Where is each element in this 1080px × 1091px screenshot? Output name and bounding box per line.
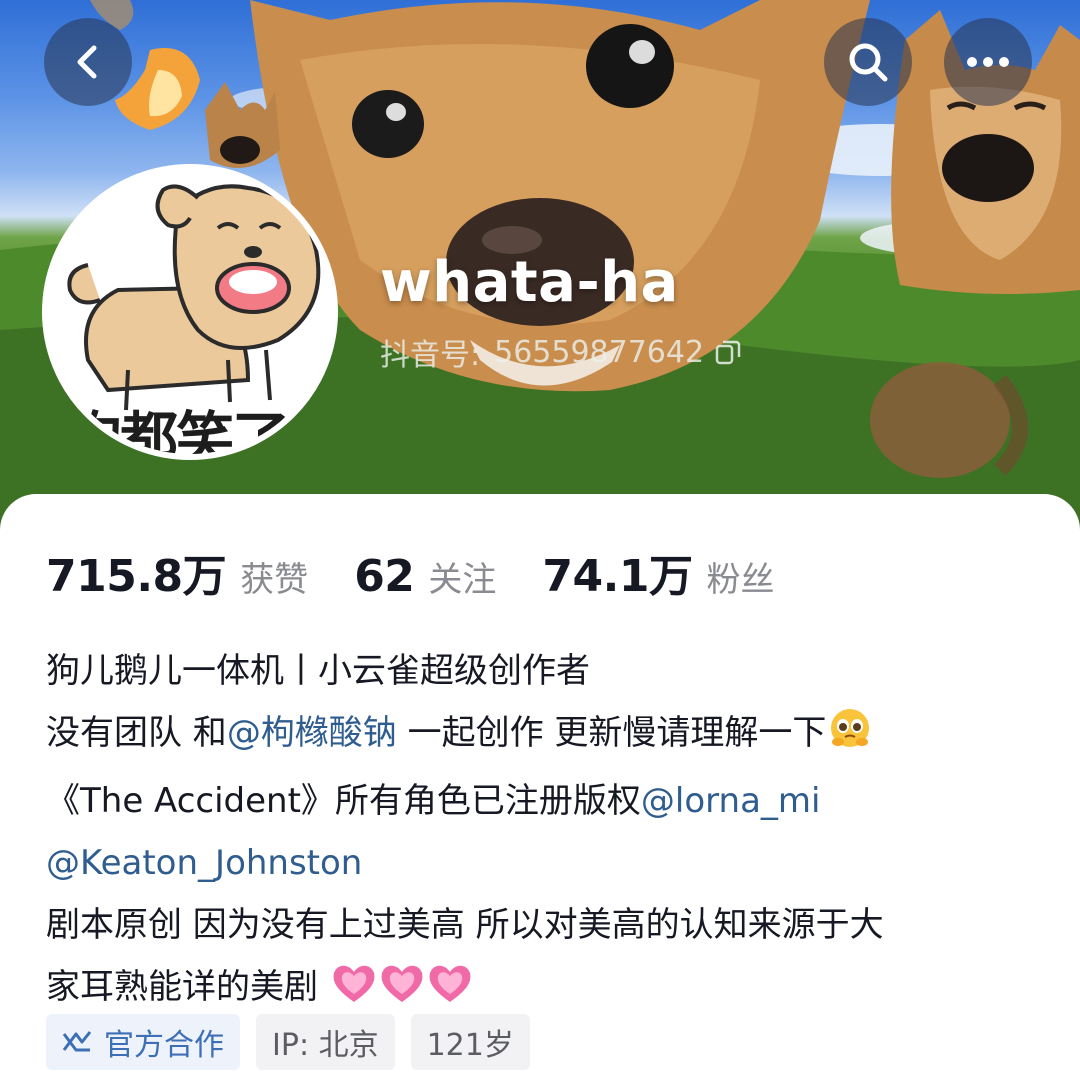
copy-icon[interactable] — [714, 338, 742, 366]
bio-text: 一起创作 更新慢请理解一下 — [396, 713, 827, 753]
stat-likes-value: 715.8万 — [46, 551, 227, 602]
bio-line: 《The Accident》所有角色已注册版权@lorna_mi — [46, 770, 1046, 832]
search-icon — [849, 43, 888, 82]
bio-line: 剧本原创 因为没有上过美高 所以对美高的认知来源于大 — [46, 905, 884, 945]
mention-link[interactable]: @lorna_mi — [641, 781, 821, 821]
stat-followers-label: 粉丝 — [706, 560, 775, 600]
bio-text: 家耳熟能详的美剧 — [46, 967, 329, 1007]
handshake-icon — [62, 1028, 92, 1056]
bio-line: @Keaton_Johnston — [46, 832, 1046, 894]
age-tag: 121岁 — [410, 1014, 530, 1070]
stat-following-value: 62 — [354, 551, 415, 602]
profile-tags: 官方合作 IP: 北京 121岁 — [46, 1014, 546, 1070]
ip-location-tag: IP: 北京 — [256, 1014, 395, 1070]
douyin-id-label: 抖音号: — [380, 338, 481, 373]
bio-text: 《The Accident》所有角色已注册版权 — [46, 781, 641, 821]
avatar-caption: 狗都笑了 — [64, 405, 290, 460]
profile-bio: 狗儿鹅儿一体机丨小云雀超级创作者 没有团队 和@枸橼酸钠 一起创作 更新慢请理解… — [46, 640, 1046, 1024]
mention-link[interactable]: @Keaton_Johnston — [46, 843, 362, 883]
stat-following[interactable]: 62 关注 — [354, 551, 496, 602]
more-horizontal-icon — [967, 57, 1009, 67]
douyin-id-value: 56559877642 — [494, 334, 705, 370]
profile-nickname: whata-ha — [380, 250, 679, 315]
stat-likes[interactable]: 715.8万 获赞 — [46, 540, 308, 604]
bio-line: 没有团队 和@枸橼酸钠 一起创作 更新慢请理解一下 — [46, 702, 1046, 770]
bio-text: 没有团队 和 — [46, 713, 227, 753]
pleading-face-emoji-icon — [828, 706, 872, 770]
bio-line: 狗儿鹅儿一体机丨小云雀超级创作者 — [46, 651, 590, 691]
stat-following-label: 关注 — [428, 560, 497, 600]
official-tag-label: 官方合作 — [104, 1028, 224, 1063]
profile-info-card: 715.8万 获赞 62 关注 74.1万 粉丝 狗儿鹅儿一体机丨小云雀超级创作… — [0, 494, 1080, 1091]
douyin-id[interactable]: 抖音号: 56559877642 — [380, 330, 742, 374]
more-button[interactable] — [944, 18, 1032, 106]
stat-followers-value: 74.1万 — [542, 551, 693, 602]
mention-link[interactable]: @枸橼酸钠 — [227, 713, 397, 753]
official-cooperation-tag[interactable]: 官方合作 — [46, 1014, 240, 1070]
stat-likes-label: 获赞 — [240, 560, 309, 600]
back-button[interactable] — [44, 18, 132, 106]
chevron-left-icon — [77, 45, 97, 79]
search-button[interactable] — [824, 18, 912, 106]
stat-followers[interactable]: 74.1万 粉丝 — [542, 540, 774, 604]
profile-stats: 715.8万 获赞 62 关注 74.1万 粉丝 — [46, 540, 820, 604]
avatar[interactable]: 狗都笑了 — [42, 164, 338, 460]
